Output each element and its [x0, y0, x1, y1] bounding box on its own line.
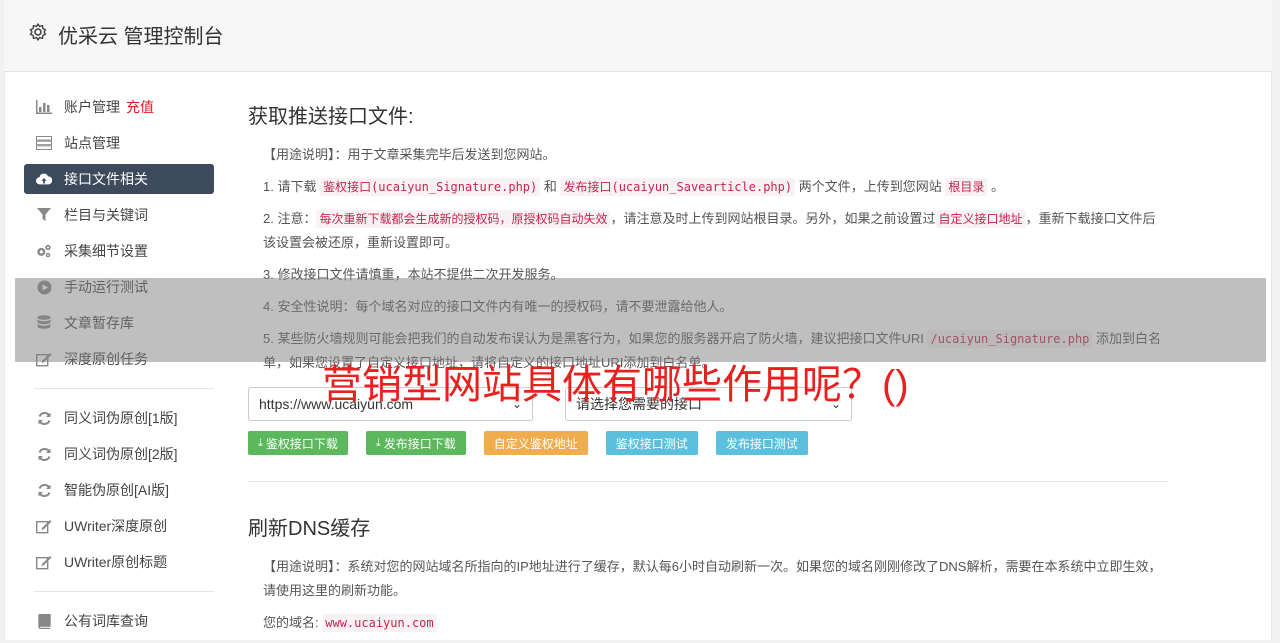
text: 两个文件，上传到您网站 — [795, 179, 946, 194]
header: 优采云 管理控制台 — [4, 0, 1272, 72]
sidebar-item-public-lexicon[interactable]: 公有词库查询 — [24, 606, 214, 636]
sidebar-item-label: 栏目与关键词 — [64, 207, 148, 223]
sidebar-item-label: 账户管理 — [64, 99, 120, 115]
usage-text: ：系统对您的网站域名所指向的IP地址进行了缓存，默认每6小时自动刷新一次。如果您… — [263, 559, 1162, 598]
sidebar-divider — [34, 591, 214, 592]
cogs-icon — [36, 243, 52, 259]
sidebar-divider — [34, 388, 214, 389]
gear-icon — [29, 23, 47, 41]
button-label: 鉴权接口测试 — [615, 436, 688, 451]
text: 2. 注意： — [263, 211, 317, 226]
edit-icon — [36, 554, 52, 570]
book-icon — [36, 613, 52, 629]
text: ，请注意及时上传到网站根目录。另外，如果之前设置过 — [610, 211, 936, 226]
custom-auth-address-button[interactable]: 自定义鉴权地址 — [483, 431, 588, 455]
sidebar-item-label: 同义词伪原创[1版] — [64, 410, 178, 426]
section-title-interface-files: 获取推送接口文件: — [248, 106, 414, 128]
button-label: 发布接口下载 — [383, 436, 456, 451]
button-label: 自定义鉴权地址 — [493, 436, 578, 451]
code-savearticle-file: 发布接口(ucaiyun_Savearticle.php) — [560, 178, 796, 196]
sidebar-item-label: UWriter深度原创 — [64, 518, 168, 534]
usage-text: ：用于文章采集完毕后发送到您网站。 — [334, 147, 556, 162]
usage-label: 【用途说明】 — [263, 559, 335, 574]
dns-usage-note: 【用途说明】：系统对您的网站域名所指向的IP地址进行了缓存，默认每6小时自动刷新… — [248, 555, 1168, 603]
domain-value: www.ucaiyun.com — [322, 614, 437, 632]
bar-chart-icon — [36, 99, 52, 115]
edit-icon — [36, 518, 52, 534]
download-signature-button[interactable]: ⤓ 鉴权接口下载 — [248, 431, 348, 455]
domain-line: 您的域名: www.ucaiyun.com — [248, 611, 1168, 635]
usage-label: 【用途说明】 — [263, 147, 335, 162]
refresh-icon — [36, 446, 52, 462]
sidebar-item-uwriter-title[interactable]: UWriter原创标题 — [24, 547, 214, 577]
sidebar-item-label: 接口文件相关 — [64, 171, 148, 187]
sidebar-item-synonym-v2[interactable]: 同义词伪原创[2版] — [24, 439, 214, 469]
text: 。 — [987, 179, 1004, 194]
overlay-title: 营销型网站具体有哪些作用呢？() — [322, 363, 909, 407]
sidebar-item-columns-keywords[interactable]: 栏目与关键词 — [24, 200, 214, 230]
sidebar-item-label: 采集细节设置 — [64, 243, 148, 259]
sidebar-item-label: 同义词伪原创[2版] — [64, 446, 178, 462]
refresh-icon — [36, 482, 52, 498]
code-custom-address: 自定义接口地址 — [935, 210, 1026, 228]
page-title: 优采云 管理控制台 — [58, 26, 224, 48]
download-icon: ⤓ — [258, 436, 263, 449]
code-root-dir: 根目录 — [945, 178, 988, 196]
button-row: ⤓ 鉴权接口下载 ⤓ 发布接口下载 自定义鉴权地址 鉴权接口测试 发布接口测试 — [248, 431, 1168, 455]
usage-note: 【用途说明】：用于文章采集完毕后发送到您网站。 — [248, 143, 1168, 167]
code-signature-file: 鉴权接口(ucaiyun_Signature.php) — [320, 178, 541, 196]
download-publish-button[interactable]: ⤓ 发布接口下载 — [365, 431, 466, 455]
filter-icon — [36, 207, 52, 223]
page: 优采云 管理控制台 账户管理 充值 站点管理 接口文件相关 栏目与关键词 采集细… — [0, 0, 1280, 640]
sidebar-item-ai-rewrite[interactable]: 智能伪原创[AI版] — [24, 475, 214, 505]
refresh-icon — [36, 410, 52, 426]
sidebar-item-account[interactable]: 账户管理 充值 — [24, 92, 214, 122]
sidebar: 账户管理 充值 站点管理 接口文件相关 栏目与关键词 采集细节设置 手动运行测试… — [24, 92, 214, 642]
overlay-band — [15, 278, 1266, 362]
text: 和 — [540, 179, 561, 194]
cloud-upload-icon — [36, 171, 52, 187]
button-label: 鉴权接口下载 — [265, 436, 338, 451]
button-label: 发布接口测试 — [725, 436, 798, 451]
sidebar-item-sites[interactable]: 站点管理 — [24, 128, 214, 158]
download-icon: ⤓ — [375, 436, 381, 449]
section-divider — [248, 481, 1168, 482]
sidebar-item-label: 站点管理 — [64, 135, 120, 151]
code-warning: 每次重新下载都会生成新的授权码，原授权码自动失效 — [316, 210, 611, 228]
sidebar-item-label: UWriter原创标题 — [64, 554, 168, 570]
sidebar-item-uwriter-deep[interactable]: UWriter深度原创 — [24, 511, 214, 541]
test-publish-button[interactable]: 发布接口测试 — [715, 431, 808, 455]
test-signature-button[interactable]: 鉴权接口测试 — [605, 431, 698, 455]
server-icon — [36, 135, 52, 151]
domain-label: 您的域名: — [263, 615, 319, 630]
text: 1. 请下载 — [263, 179, 321, 194]
section-title-dns: 刷新DNS缓存 — [248, 518, 371, 540]
sidebar-item-label: 公有词库查询 — [64, 613, 148, 629]
recharge-link[interactable]: 充值 — [126, 97, 154, 117]
instruction-1: 1. 请下载 鉴权接口(ucaiyun_Signature.php) 和 发布接… — [248, 175, 1168, 199]
sidebar-item-collect-settings[interactable]: 采集细节设置 — [24, 236, 214, 266]
sidebar-item-synonym-v1[interactable]: 同义词伪原创[1版] — [24, 403, 214, 433]
sidebar-item-interface-files[interactable]: 接口文件相关 — [24, 164, 214, 194]
sidebar-item-label: 智能伪原创[AI版] — [64, 482, 170, 498]
instruction-2: 2. 注意： 每次重新下载都会生成新的授权码，原授权码自动失效 ，请注意及时上传到网… — [248, 207, 1168, 255]
